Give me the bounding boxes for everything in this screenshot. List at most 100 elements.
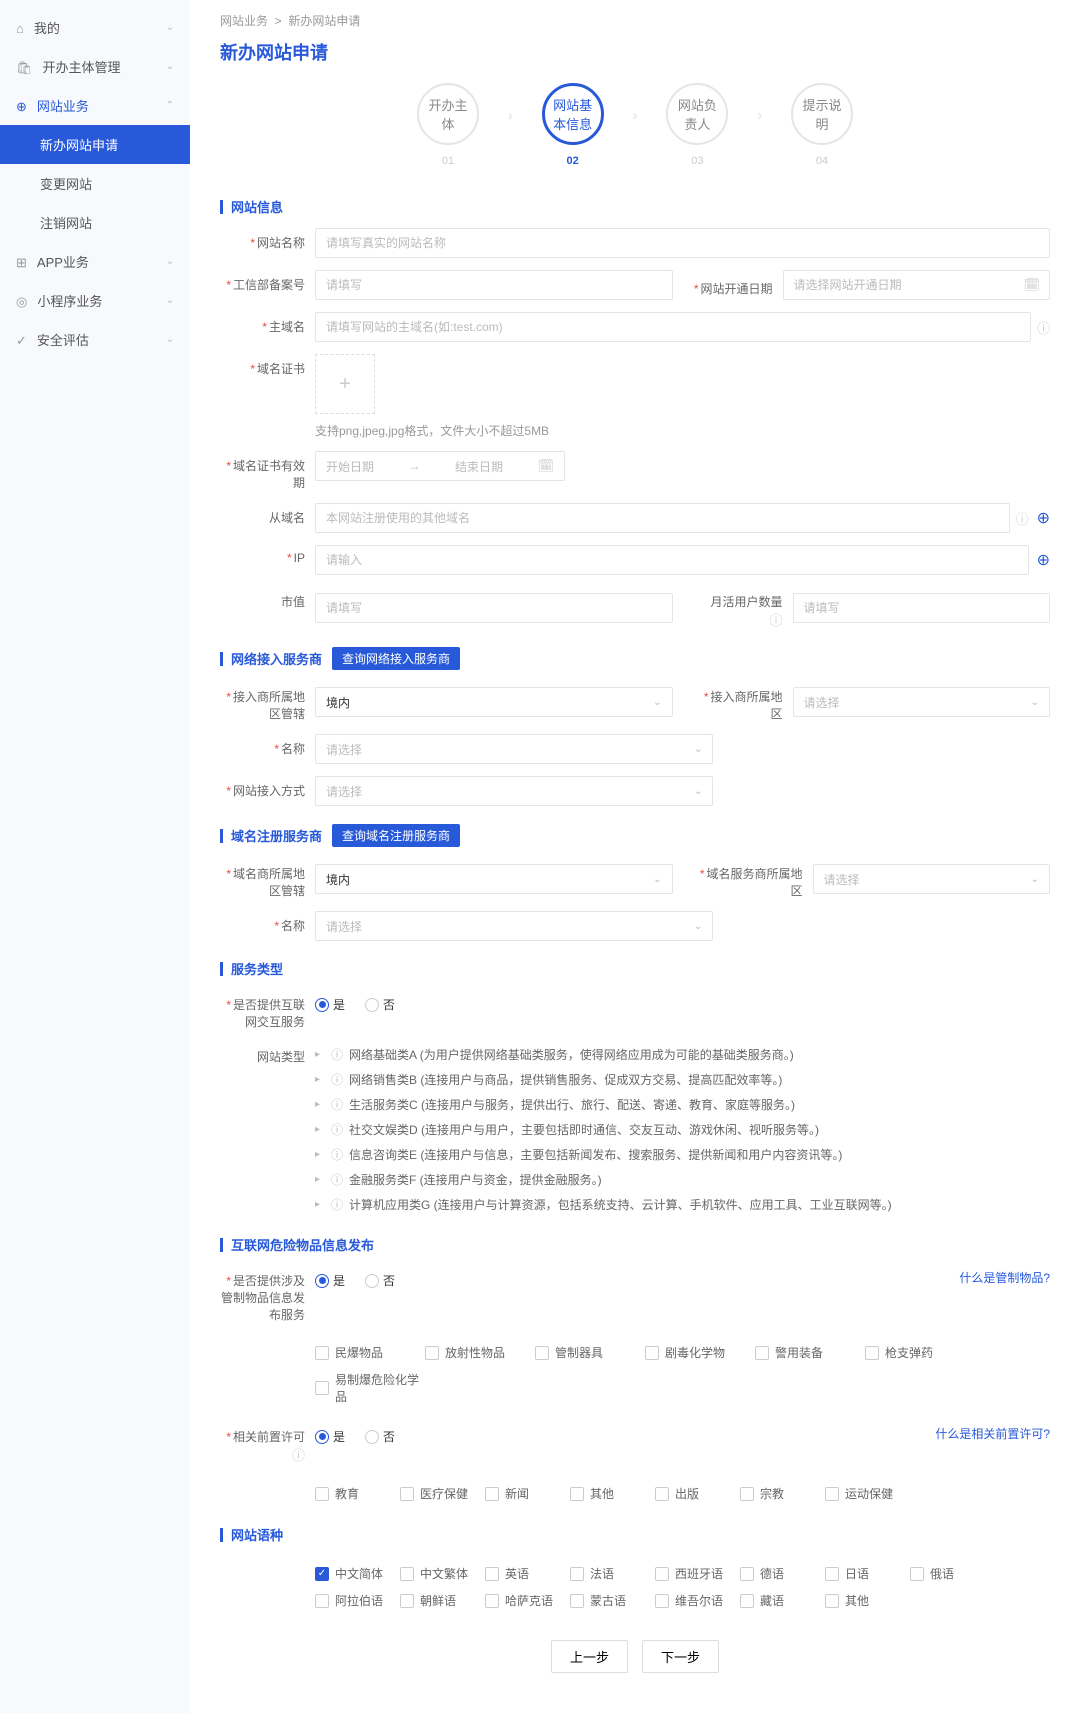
what-is-controlled-link[interactable]: 什么是管制物品? <box>959 1271 1050 1285</box>
dangerous-checkbox[interactable]: 放射性物品 <box>425 1339 535 1366</box>
language-checkbox[interactable]: 阿拉伯语 <box>315 1587 400 1614</box>
mau-input[interactable] <box>793 593 1051 623</box>
dangerous-checkbox[interactable]: 警用装备 <box>755 1339 865 1366</box>
language-checkbox[interactable]: 哈萨克语 <box>485 1587 570 1614</box>
info-icon: ⓘ <box>769 613 782 628</box>
info-icon: ⓘ <box>331 1196 343 1213</box>
category-item[interactable]: ▸ⓘ社交文娱类D (连接用户与用户，主要包括即时通信、交友互动、游戏休闲、视听服… <box>315 1117 1050 1142</box>
nav-security[interactable]: ✓安全评估⌄ <box>0 320 190 359</box>
chevron-down-icon: ⌄ <box>1031 697 1039 708</box>
open-date-input[interactable] <box>783 270 1051 300</box>
sub-domain-input[interactable] <box>315 503 1010 533</box>
bag-icon: 🛍 <box>16 60 33 75</box>
category-item[interactable]: ▸ⓘ信息咨询类E (连接用户与信息，主要包括新闻发布、搜索服务、提供新闻和用户内… <box>315 1142 1050 1167</box>
permit-yes-radio[interactable]: 是 <box>315 1428 345 1445</box>
caret-right-icon: ▸ <box>315 1149 325 1160</box>
chevron-down-icon: ⌄ <box>653 874 661 885</box>
sub-new-site[interactable]: 新办网站申请 <box>0 125 190 164</box>
language-checkbox[interactable]: 其他 <box>825 1587 910 1614</box>
add-ip-button[interactable]: ⊕ <box>1037 550 1050 570</box>
nav-entity[interactable]: 🛍开办主体管理⌄ <box>0 47 190 86</box>
chevron-down-icon: ⌄ <box>653 697 661 708</box>
shield-icon: ✓ <box>16 333 27 348</box>
info-icon: ⓘ <box>331 1121 343 1138</box>
category-item[interactable]: ▸ⓘ金融服务类F (连接用户与资金，提供金融服务。) <box>315 1167 1050 1192</box>
query-domain-reg-button[interactable]: 查询域名注册服务商 <box>332 824 460 847</box>
dangerous-checkbox[interactable]: 管制器具 <box>535 1339 645 1366</box>
interactive-no-radio[interactable]: 否 <box>365 996 395 1013</box>
dangerous-checkbox[interactable]: 枪支弹药 <box>865 1339 975 1366</box>
info-icon: ⓘ <box>1016 509 1029 528</box>
permit-checkbox[interactable]: 运动保健 <box>825 1480 910 1507</box>
next-button[interactable]: 下一步 <box>642 1640 719 1673</box>
language-checkbox[interactable]: 藏语 <box>740 1587 825 1614</box>
dangerous-checkbox[interactable]: 民爆物品 <box>315 1339 425 1366</box>
permit-checkbox[interactable]: 医疗保健 <box>400 1480 485 1507</box>
step-indicator: 开办主体01 › 网站基本信息02 › 网站负责人03 › 提示说明04 <box>220 83 1050 167</box>
chevron-down-icon: ⌄ <box>166 256 174 267</box>
language-checkbox[interactable]: 维吾尔语 <box>655 1587 740 1614</box>
language-checkbox[interactable]: 朝鲜语 <box>400 1587 485 1614</box>
nav-miniapp[interactable]: ◎小程序业务⌄ <box>0 281 190 320</box>
permit-no-radio[interactable]: 否 <box>365 1428 395 1445</box>
cert-upload[interactable]: + <box>315 354 375 414</box>
globe-icon: ⊕ <box>16 99 27 114</box>
category-item[interactable]: ▸ⓘ网络销售类B (连接用户与商品，提供销售服务、促成双方交易、提高匹配效率等。… <box>315 1067 1050 1092</box>
dangerous-yes-radio[interactable]: 是 <box>315 1272 345 1289</box>
prev-button[interactable]: 上一步 <box>551 1640 628 1673</box>
permit-checkbox[interactable]: 出版 <box>655 1480 740 1507</box>
caret-right-icon: ▸ <box>315 1099 325 1110</box>
chevron-down-icon: ⌄ <box>166 295 174 306</box>
plus-icon: + <box>339 373 351 396</box>
add-subdomain-button[interactable]: ⊕ <box>1037 508 1050 528</box>
gongxin-input[interactable] <box>315 270 673 300</box>
domainreg-name-select[interactable]: 请选择⌄ <box>315 911 713 941</box>
domainreg-region-select[interactable]: 请选择⌄ <box>813 864 1051 894</box>
crumb-parent[interactable]: 网站业务 <box>220 14 268 28</box>
category-item[interactable]: ▸ⓘ生活服务类C (连接用户与服务，提供出行、旅行、配送、寄递、教育、家庭等服务… <box>315 1092 1050 1117</box>
chevron-down-icon: ⌄ <box>1031 874 1039 885</box>
sub-cancel-site[interactable]: 注销网站 <box>0 203 190 242</box>
sidebar: ⌂我的⌄ 🛍开办主体管理⌄ ⊕网站业务⌃ 新办网站申请 变更网站 注销网站 ⊞A… <box>0 0 190 1713</box>
market-value-input[interactable] <box>315 593 673 623</box>
language-checkbox[interactable]: 中文繁体 <box>400 1560 485 1587</box>
permit-checkbox[interactable]: 宗教 <box>740 1480 825 1507</box>
category-item[interactable]: ▸ⓘ计算机应用类G (连接用户与计算资源，包括系统支持、云计算、手机软件、应用工… <box>315 1192 1050 1217</box>
nav-website[interactable]: ⊕网站业务⌃ <box>0 86 190 125</box>
access-region-select[interactable]: 请选择⌄ <box>793 687 1051 717</box>
permit-checkbox[interactable]: 其他 <box>570 1480 655 1507</box>
domainreg-region-type-select[interactable]: 境内⌄ <box>315 864 673 894</box>
query-access-button[interactable]: 查询网络接入服务商 <box>332 647 460 670</box>
nav-my[interactable]: ⌂我的⌄ <box>0 8 190 47</box>
language-checkbox[interactable]: 西班牙语 <box>655 1560 740 1587</box>
dangerous-no-radio[interactable]: 否 <box>365 1272 395 1289</box>
cert-valid-range[interactable]: 开始日期→结束日期🗓 <box>315 451 565 481</box>
language-checkbox[interactable]: 中文简体 <box>315 1560 400 1587</box>
sub-change-site[interactable]: 变更网站 <box>0 164 190 203</box>
home-icon: ⌂ <box>16 21 24 36</box>
language-checkbox[interactable]: 法语 <box>570 1560 655 1587</box>
main-domain-input[interactable] <box>315 312 1031 342</box>
permit-checkbox[interactable]: 新闻 <box>485 1480 570 1507</box>
dangerous-checkbox[interactable]: 剧毒化学物 <box>645 1339 755 1366</box>
access-region-type-select[interactable]: 境内⌄ <box>315 687 673 717</box>
dangerous-checkbox[interactable]: 易制爆危险化学品 <box>315 1366 425 1410</box>
language-checkbox[interactable]: 英语 <box>485 1560 570 1587</box>
caret-right-icon: ▸ <box>315 1174 325 1185</box>
language-checkbox[interactable]: 德语 <box>740 1560 825 1587</box>
interactive-yes-radio[interactable]: 是 <box>315 996 345 1013</box>
nav-app[interactable]: ⊞APP业务⌄ <box>0 242 190 281</box>
section-languages: 网站语种 <box>220 1525 1050 1544</box>
category-item[interactable]: ▸ⓘ网络基础类A (为用户提供网络基础类服务，使得网络应用成为可能的基础类服务商… <box>315 1042 1050 1067</box>
step-2: 网站基本信息02 <box>533 83 613 167</box>
what-is-permit-link[interactable]: 什么是相关前置许可? <box>935 1427 1050 1441</box>
language-checkbox[interactable]: 蒙古语 <box>570 1587 655 1614</box>
language-checkbox[interactable]: 俄语 <box>910 1560 995 1587</box>
site-name-input[interactable] <box>315 228 1050 258</box>
ip-input[interactable] <box>315 545 1029 575</box>
language-checkbox[interactable]: 日语 <box>825 1560 910 1587</box>
permit-checkbox[interactable]: 教育 <box>315 1480 400 1507</box>
access-method-select[interactable]: 请选择⌄ <box>315 776 713 806</box>
chevron-down-icon: ⌄ <box>166 22 174 33</box>
access-name-select[interactable]: 请选择⌄ <box>315 734 713 764</box>
